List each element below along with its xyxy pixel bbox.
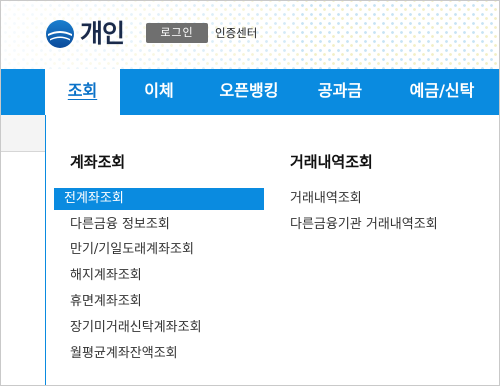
bank-logo-icon (46, 20, 74, 48)
app-window: 개인 로그인 인증센터 조회 이체 오픈뱅킹 공과금 예금/신탁 계좌조회 전계… (0, 0, 500, 386)
menu-item-other-finance[interactable]: 다른금융 정보조회 (70, 214, 170, 236)
tab-label: 오픈뱅킹 (219, 81, 279, 100)
logo[interactable]: 개인 (45, 19, 125, 49)
menu-item-transaction-history[interactable]: 거래내역조회 (290, 188, 362, 210)
tab-deposit-trust[interactable]: 예금/신탁 (389, 69, 495, 115)
menu-item-monthly-balance[interactable]: 월평균계좌잔액조회 (70, 343, 178, 365)
mega-dropdown: 계좌조회 전계좌조회 다른금융 정보조회 만기/기일도래계좌조회 해지계좌조회 … (45, 115, 499, 385)
tab-label: 이체 (144, 81, 174, 100)
tab-open-banking[interactable]: 오픈뱅킹 (203, 69, 295, 115)
sub-bar (1, 115, 45, 152)
main-nav: 조회 이체 오픈뱅킹 공과금 예금/신탁 (1, 69, 499, 115)
tab-label: 예금/신탁 (409, 81, 475, 100)
menu-item-long-term-trust[interactable]: 장기미거래신탁계좌조회 (70, 317, 202, 339)
menu-item-dormant-accounts[interactable]: 휴면계좌조회 (70, 291, 142, 313)
section-title-transaction-inquiry: 거래내역조회 (290, 153, 373, 171)
menu-item-closed-accounts[interactable]: 해지계좌조회 (70, 265, 142, 287)
section-title-account-inquiry: 계좌조회 (70, 153, 126, 171)
login-button[interactable]: 로그인 (146, 23, 208, 43)
header: 개인 로그인 인증센터 (1, 1, 499, 69)
tab-label: 공과금 (317, 81, 363, 100)
tab-inquiry[interactable]: 조회 (45, 69, 120, 115)
tab-label: 조회 (67, 81, 98, 100)
tab-utility-bills[interactable]: 공과금 (304, 69, 376, 115)
tab-transfer[interactable]: 이체 (126, 69, 192, 115)
menu-item-maturity[interactable]: 만기/기일도래계좌조회 (70, 239, 194, 261)
menu-item-other-institution-history[interactable]: 다른금융기관 거래내역조회 (290, 214, 438, 236)
cert-center-link[interactable]: 인증센터 (215, 23, 257, 43)
logo-text: 개인 (80, 19, 125, 48)
menu-item-all-accounts[interactable]: 전계좌조회 (54, 188, 264, 210)
